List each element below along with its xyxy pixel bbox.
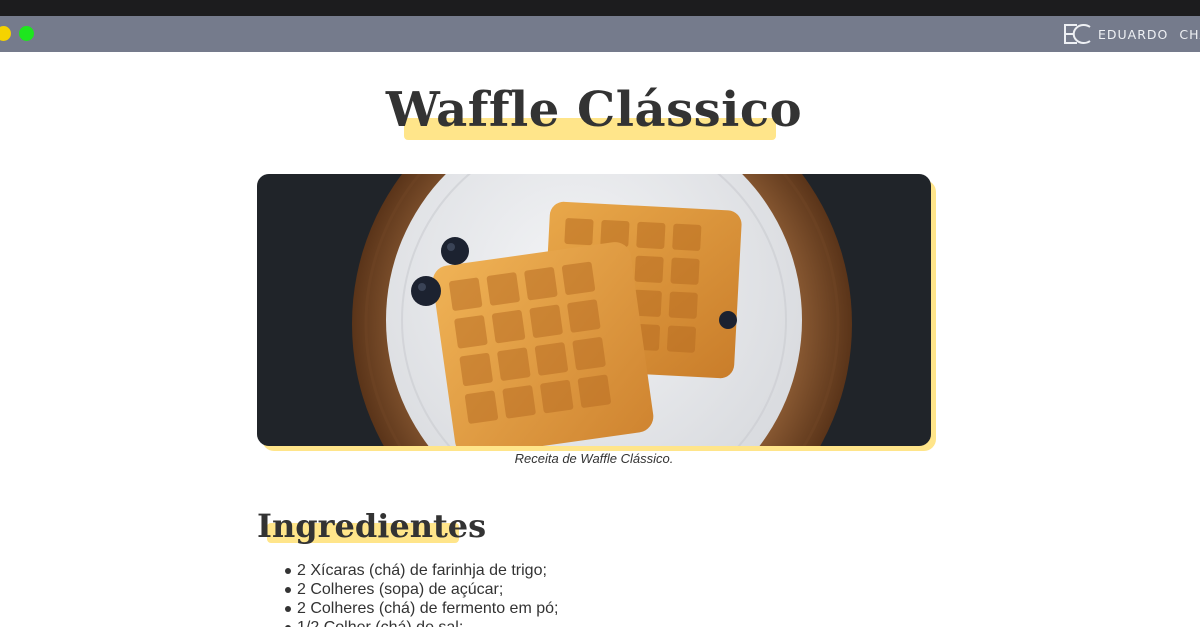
ingredients-heading: Ingredientes <box>257 507 487 545</box>
page-title: Waffle Clássico <box>0 78 1188 142</box>
maximize-button[interactable] <box>19 26 34 41</box>
recipe-title: Waffle Clássico <box>385 82 803 138</box>
ingredients-list: 2 Xícaras (chá) de farinhja de trigo; 2 … <box>257 561 897 627</box>
image-caption: Receita de Waffle Clássico. <box>514 451 674 466</box>
list-item: 2 Colheres (sopa) de açúcar; <box>257 580 897 599</box>
ingredients-section: Ingredientes <box>257 505 486 547</box>
window-top-strip <box>0 0 1200 16</box>
brand-link[interactable]: EDUARDO CHAVES <box>1063 23 1200 45</box>
list-item: 1/2 Colher (chá) de sal; <box>257 618 897 627</box>
list-item: 2 Xícaras (chá) de farinhja de trigo; <box>257 561 897 580</box>
toolbar <box>0 16 1200 52</box>
brand-name: EDUARDO CHAVES <box>1098 26 1200 42</box>
list-item: 2 Colheres (chá) de fermento em pó; <box>257 599 897 618</box>
ec-logo-icon <box>1064 24 1091 44</box>
waffle-photo <box>257 174 931 446</box>
